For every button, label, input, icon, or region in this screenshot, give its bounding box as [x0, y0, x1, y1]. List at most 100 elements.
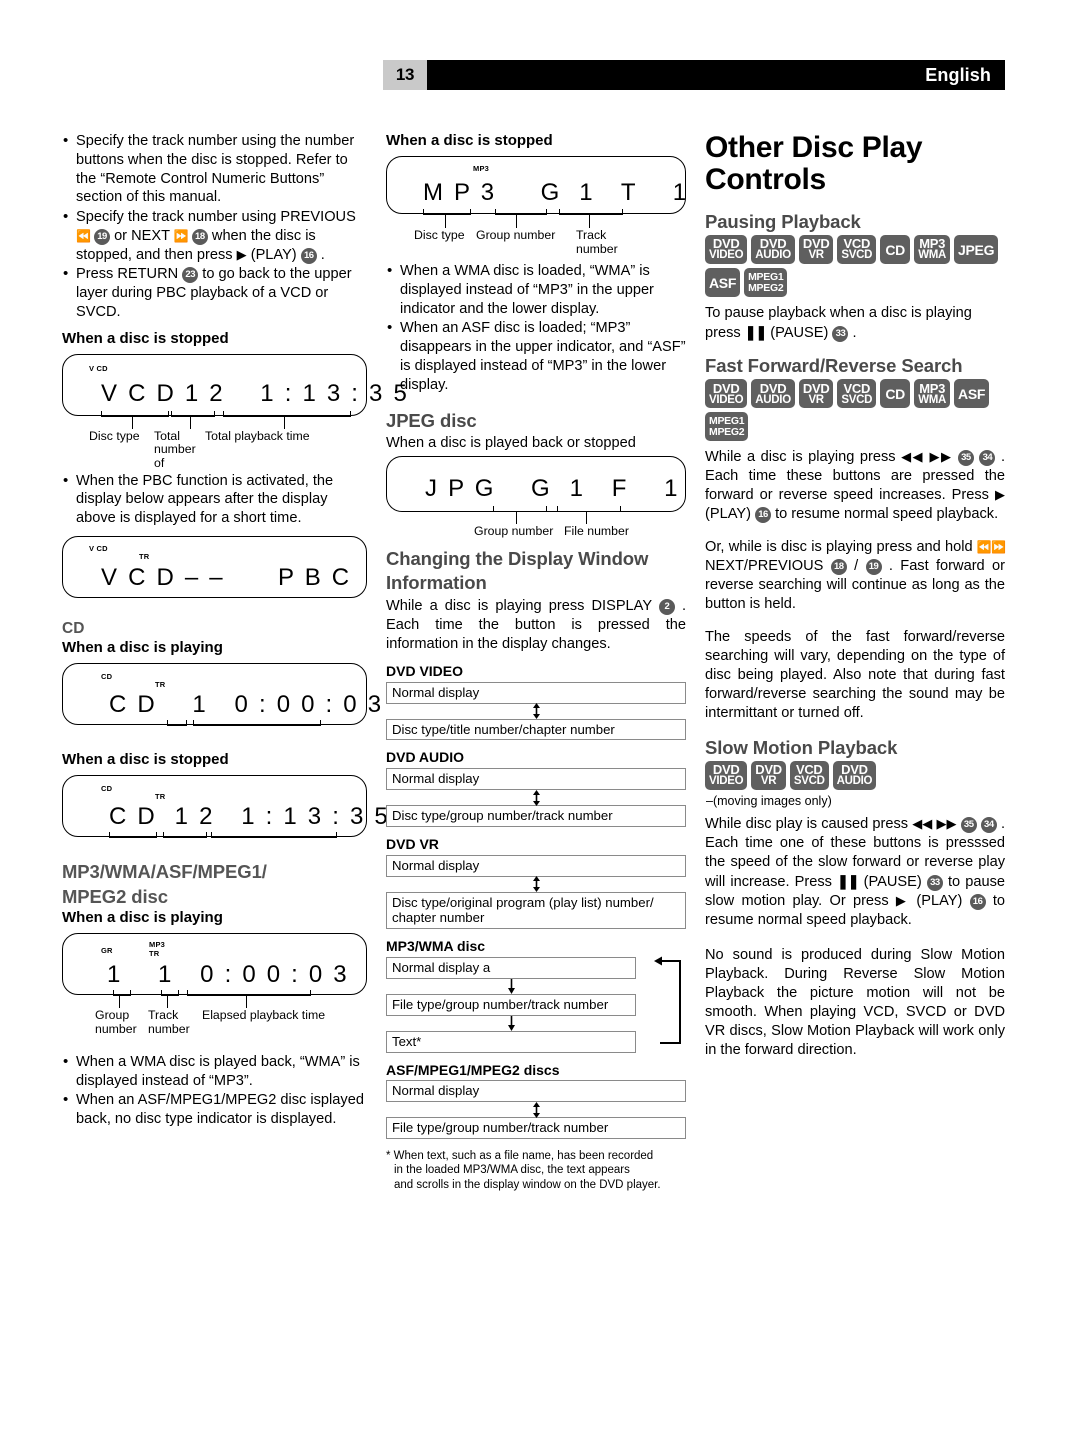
list-item: When a WMA disc is played back, “WMA” is…	[62, 1052, 367, 1091]
arrow-down-icon	[386, 978, 636, 994]
list-item: When the PBC function is activated, the …	[62, 470, 367, 528]
badge-mp3-wma: MP3 WMA	[914, 235, 951, 265]
lcd-vcd-pbc: V CD TR V C D – – P B C	[62, 535, 367, 598]
lcd-indicator-gr: GR	[101, 945, 113, 955]
lcd-segments: 1 1 0 : 0 0 : 0 3	[107, 960, 349, 988]
flow-title: DVD VIDEO	[386, 662, 464, 679]
callout-tick	[516, 511, 518, 524]
badge-dvd-audio: DVD AUDIO	[832, 761, 877, 791]
lcd-mp3-playing: GR MP3 TR 1 1 0 : 0 0 : 0 3	[62, 932, 367, 996]
badge-dvd-video: DVD VIDEO	[705, 235, 748, 265]
language-label: English	[925, 64, 991, 85]
flow-dvd-vr: DVD VR Normal display Disc type/original…	[386, 835, 686, 930]
lcd-indicator-tr: TR	[155, 680, 166, 690]
lcd-indicator-cd: CD	[101, 784, 113, 794]
header-bar: English	[427, 60, 1005, 90]
flow-dvd-video: DVD VIDEO Normal display Disc type/title…	[386, 662, 686, 741]
forward-icon: ▶▶	[929, 450, 953, 466]
ffrs-para-3: The speeds of the fast forward/reverse s…	[705, 629, 1005, 721]
flow-box: Disc type/original program (play list) n…	[386, 891, 686, 930]
footnote-line-1: * When text, such as a file name, has be…	[386, 1150, 654, 1163]
list-item: Press RETURN 23 to go back to the upper …	[62, 264, 367, 321]
lcd-segments: V C D 1 2 1 : 1 3 : 3 5	[101, 379, 409, 407]
slow-para-2: No sound is produced during Slow Motion …	[705, 946, 1005, 1058]
next-icon: ⏩	[173, 228, 189, 243]
flow-box: Normal display a	[386, 957, 636, 979]
lcd-mp3-stopped: MP3 M P 3 G 1 T 1	[386, 156, 686, 215]
column-middle: When a disc is stopped MP3 M P 3 G 1 T 1…	[386, 132, 686, 1192]
lcd-vcd-stopped: V CD V C D 1 2 1 : 1 3 : 3 5	[62, 353, 407, 417]
callout-track-number: Track number	[148, 1007, 190, 1036]
list-item: When an ASF disc is loaded; “MP3” disapp…	[386, 318, 686, 394]
button-number-2: 2	[658, 599, 675, 616]
flow-mp3-wma: MP3/WMA disc Normal display a File type/…	[386, 938, 686, 1053]
pause-icon: ❚❚	[837, 873, 859, 890]
badge-row-ffrs: DVD VIDEO DVD AUDIO DVD VR VCD SVCD CD MP3 WM…	[705, 379, 1005, 409]
bracket-track	[167, 720, 187, 727]
callout-group-number: Group number	[474, 523, 554, 538]
mp3-heading-line2: MPEG2 disc	[62, 885, 168, 907]
play-icon: ▶	[236, 247, 247, 263]
button-number-33: 33	[926, 875, 943, 892]
callout-tick	[132, 415, 134, 429]
mp3-stopped-heading: When a disc is stopped	[386, 132, 553, 149]
lcd-segments: J P G G 1 F 1	[425, 474, 680, 502]
play-icon: ▶	[895, 893, 910, 909]
changing-heading-line1: Changing the Display Window	[386, 547, 649, 569]
button-number-18: 18	[830, 559, 847, 576]
button-number-19: 19	[94, 228, 111, 245]
footnote-line-3: and scrolls in the display window on the…	[394, 1178, 661, 1191]
flow-box: Normal display	[386, 854, 686, 877]
badge-vcd-svcd: VCD SVCD	[837, 379, 877, 409]
list-item: Specify the track number using the numbe…	[62, 131, 367, 207]
flow-box: Normal display	[386, 681, 686, 704]
lcd-indicator-vcd: V CD	[89, 543, 108, 553]
arrow-down-icon	[386, 1015, 636, 1031]
arrow-two-way-icon	[386, 876, 686, 893]
lcd-indicator-tr: TR	[149, 948, 160, 958]
lcd-cd-playing: CD TR C D 1 0 : 0 0 : 0 3	[62, 663, 381, 727]
callout-tick	[246, 994, 248, 1008]
flow-title: DVD VR	[386, 835, 439, 852]
flow-box: File type/group number/track number	[386, 1117, 686, 1140]
badge-dvd-vr: DVD VR	[798, 235, 834, 265]
footnote: * When text, such as a file name, has be…	[386, 1149, 686, 1192]
bracket-time	[211, 832, 337, 839]
callout-tick	[190, 415, 192, 429]
badge-row-ffrs-2: MPEG1 MPEG2	[705, 412, 1005, 442]
previous-icon: ⏪	[976, 540, 992, 555]
badge-jpeg: JPEG	[954, 235, 999, 265]
footnote-line-2: in the loaded MP3/WMA disc, the text app…	[394, 1164, 630, 1177]
callout-file-number: File number	[564, 523, 629, 538]
badge-dvd-video: DVD VIDEO	[705, 761, 748, 791]
button-number-18: 18	[191, 228, 208, 245]
list-item: When an ASF/MPEG1/MPEG2 disc isplayed ba…	[62, 1090, 367, 1129]
badge-row-pausing: DVD VIDEO DVD AUDIO DVD VR VCD SVCD CD MP3 WM…	[705, 235, 1005, 265]
badge-asf: ASF	[705, 268, 741, 298]
badge-dvd-video: DVD VIDEO	[705, 379, 748, 409]
loop-arrow-icon	[654, 956, 681, 1045]
pausing-heading: Pausing Playback	[705, 210, 861, 232]
lcd-indicator-vcd: V CD	[89, 363, 108, 373]
list-item: When a WMA disc is loaded, “WMA” is disp…	[386, 261, 686, 318]
callout-total-number: Total number of	[154, 428, 196, 471]
column-left: Specify the track number using the numbe…	[62, 131, 407, 1137]
mp3-heading-line1: MP3/WMA/ASF/MPEG1/	[62, 861, 267, 883]
lcd-indicator-cd: CD	[101, 672, 113, 682]
ffrs-para-2: Or, while is disc is playing press and h…	[705, 539, 1006, 613]
flow-box: Normal display	[386, 768, 686, 791]
play-icon: ▶	[995, 488, 1005, 504]
button-number-35: 35	[957, 450, 974, 467]
button-number-16: 16	[969, 893, 986, 910]
bullet-list-top: Specify the track number using the numbe…	[62, 131, 367, 322]
page-header: 13 English	[383, 60, 1005, 90]
flow-box: Text*	[386, 1030, 636, 1053]
jpeg-callouts: Group number File number	[386, 511, 686, 542]
callout-disc-type: Disc type	[89, 428, 140, 443]
arrow-two-way-icon	[386, 703, 686, 720]
button-number-35: 35	[960, 817, 977, 834]
arrow-two-way-icon	[386, 1101, 686, 1118]
lcd-segments: V C D – – P B C	[101, 563, 352, 591]
ffrs-heading: Fast Forward/Reverse Search	[705, 354, 963, 376]
slow-para-1: While disc play is caused press ◀◀ ▶▶ 35…	[705, 816, 1005, 928]
